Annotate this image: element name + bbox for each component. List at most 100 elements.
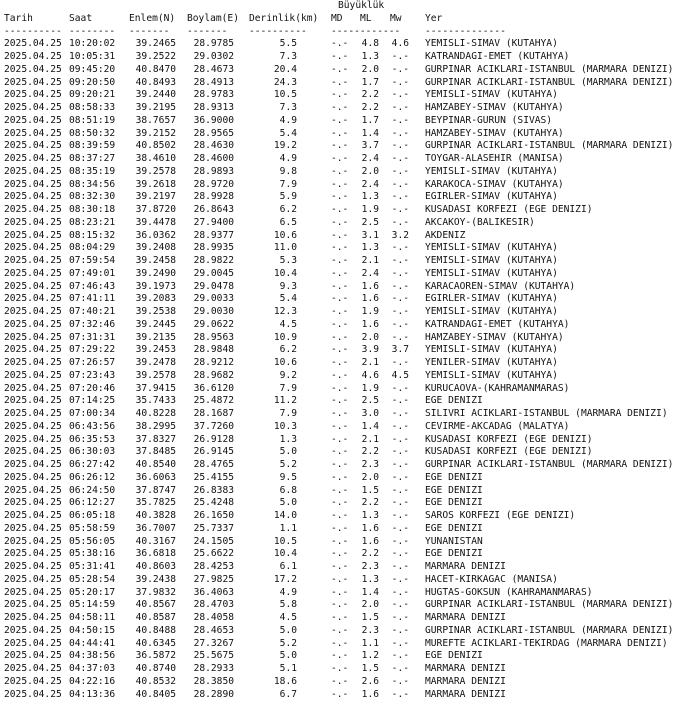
row-date: 2025.04.25: [4, 229, 62, 241]
row-depth: 1.3: [279, 433, 297, 445]
separator-depth: ----------: [249, 25, 307, 37]
row-longitude: 26.9128: [193, 433, 234, 445]
row-time: 08:51:19: [69, 114, 116, 126]
row-location: EGE DENIZI: [425, 497, 483, 509]
row-latitude: 40.6345: [135, 637, 176, 649]
row-magnitude-ml: 2.4: [361, 153, 379, 164]
row-magnitude-ml: 2.2: [361, 548, 379, 560]
row-magnitude-mw: -.-: [391, 675, 409, 687]
row-time: 07:00:34: [69, 408, 116, 419]
row-longitude: 29.0622: [193, 318, 234, 330]
row-magnitude-ml: 2.3: [361, 459, 379, 470]
row-time: 07:31:31: [69, 331, 116, 343]
row-latitude: 39.2578: [135, 369, 176, 381]
row-depth: 7.9: [279, 408, 297, 419]
row-magnitude-ml: 1.5: [361, 663, 379, 674]
row-location: CEVIRME-AKCADAG (MALATYA): [425, 420, 570, 432]
row-latitude: 40.8603: [135, 561, 176, 572]
earthquake-row: 2025.04.25 04:44:41 40.6345 27.3267 5.2 -.- 1.…: [0, 638, 700, 651]
row-magnitude-mw: -.-: [391, 331, 409, 343]
row-longitude: 29.0033: [193, 293, 234, 305]
row-depth: 10.3: [273, 420, 297, 432]
column-header-line: Tarih Saat Enlem(N) Boylam(E) Derinlik(k…: [0, 13, 700, 26]
row-depth: 5.0: [279, 624, 297, 636]
separator-time: --------: [69, 25, 116, 37]
row-location: YEMISLI-SIMAV (KUTAHYA): [425, 369, 558, 381]
row-longitude: 26.9145: [193, 446, 234, 458]
row-depth: 6.2: [279, 204, 297, 215]
row-depth: 10.6: [273, 357, 297, 368]
row-time: 04:50:15: [69, 624, 116, 636]
row-latitude: 37.9415: [135, 382, 176, 394]
row-magnitude-md: -.-: [331, 242, 349, 254]
row-depth: 10.6: [273, 229, 297, 241]
row-date: 2025.04.25: [4, 165, 62, 177]
row-magnitude-md: -.-: [331, 382, 349, 394]
row-latitude: 35.7433: [135, 395, 176, 407]
row-magnitude-md: -.-: [331, 522, 349, 534]
earthquake-row: 2025.04.25 04:37:03 40.8740 28.2933 5.1 -.- 1.…: [0, 663, 700, 676]
earthquake-list: Büyüklük Tarih Saat Enlem(N) Boylam(E) D…: [0, 0, 700, 702]
row-longitude: 25.4155: [193, 471, 234, 483]
row-magnitude-mw: -.-: [391, 114, 409, 126]
row-magnitude-mw: -.-: [391, 459, 409, 470]
row-longitude: 28.2890: [193, 688, 234, 700]
row-magnitude-mw: -.-: [391, 178, 409, 190]
row-time: 05:28:54: [69, 573, 116, 585]
row-latitude: 39.2440: [135, 89, 176, 101]
row-magnitude-ml: 3.7: [361, 140, 379, 152]
row-time: 08:23:21: [69, 216, 116, 228]
row-location: KUSADASI KORFEZI (EGE DENIZI): [425, 433, 593, 445]
row-depth: 24.3: [273, 76, 297, 88]
row-magnitude-mw: -.-: [391, 76, 409, 88]
row-date: 2025.04.25: [4, 127, 62, 139]
row-magnitude-md: -.-: [331, 127, 349, 139]
row-date: 2025.04.25: [4, 331, 62, 343]
row-date: 2025.04.25: [4, 382, 62, 394]
row-time: 08:37:27: [69, 153, 116, 164]
row-depth: 17.2: [273, 573, 297, 585]
row-latitude: 36.5872: [135, 650, 176, 662]
row-magnitude-mw: 3.2: [391, 229, 409, 241]
row-magnitude-ml: 1.4: [361, 586, 379, 598]
row-location: KARAKOCA-SIMAV (KUTAHYA): [425, 178, 564, 190]
row-magnitude-ml: 2.0: [361, 165, 379, 177]
row-latitude: 39.2522: [135, 51, 176, 62]
row-depth: 6.8: [279, 484, 297, 496]
row-magnitude-md: -.-: [331, 267, 349, 279]
column-header-mw: Mw: [390, 12, 402, 24]
row-location: YEMISLI-SIMAV (KUTAHYA): [425, 165, 558, 177]
row-longitude: 28.3850: [193, 675, 234, 687]
earthquake-row: 2025.04.25 04:13:36 40.8405 28.2890 6.7 -.- 1.…: [0, 689, 700, 702]
row-depth: 5.0: [279, 446, 297, 458]
row-date: 2025.04.25: [4, 153, 62, 164]
row-latitude: 39.2458: [135, 255, 176, 266]
row-magnitude-md: -.-: [331, 675, 349, 687]
row-magnitude-ml: 2.0: [361, 331, 379, 343]
row-magnitude-ml: 2.2: [361, 102, 379, 113]
row-magnitude-mw: -.-: [391, 153, 409, 164]
row-longitude: 27.3267: [193, 637, 234, 649]
row-date: 2025.04.25: [4, 624, 62, 636]
earthquake-row: 2025.04.25 05:31:41 40.8603 28.4253 6.1 -.- 2.…: [0, 561, 700, 574]
row-magnitude-md: -.-: [331, 433, 349, 445]
row-depth: 9.3: [279, 280, 297, 292]
earthquake-row: 2025.04.25 08:34:56 39.2618 28.9720 7.9 -.- 2.…: [0, 179, 700, 192]
row-time: 05:14:59: [69, 599, 116, 611]
row-longitude: 26.8643: [193, 204, 234, 215]
row-longitude: 27.9825: [193, 573, 234, 585]
row-depth: 7.3: [279, 51, 297, 62]
row-magnitude-md: -.-: [331, 178, 349, 190]
row-date: 2025.04.25: [4, 497, 62, 509]
row-location: GURPINAR ACIKLARI-ISTANBUL (MARMARA DENI…: [425, 76, 674, 88]
row-time: 09:20:21: [69, 89, 116, 101]
row-magnitude-md: -.-: [331, 637, 349, 649]
row-magnitude-ml: 1.6: [361, 318, 379, 330]
row-date: 2025.04.25: [4, 191, 62, 203]
row-time: 05:56:05: [69, 535, 116, 547]
row-latitude: 39.2408: [135, 242, 176, 254]
row-latitude: 40.8532: [135, 675, 176, 687]
row-depth: 5.0: [279, 497, 297, 509]
row-latitude: 36.6063: [135, 471, 176, 483]
row-latitude: 39.2465: [135, 38, 176, 50]
